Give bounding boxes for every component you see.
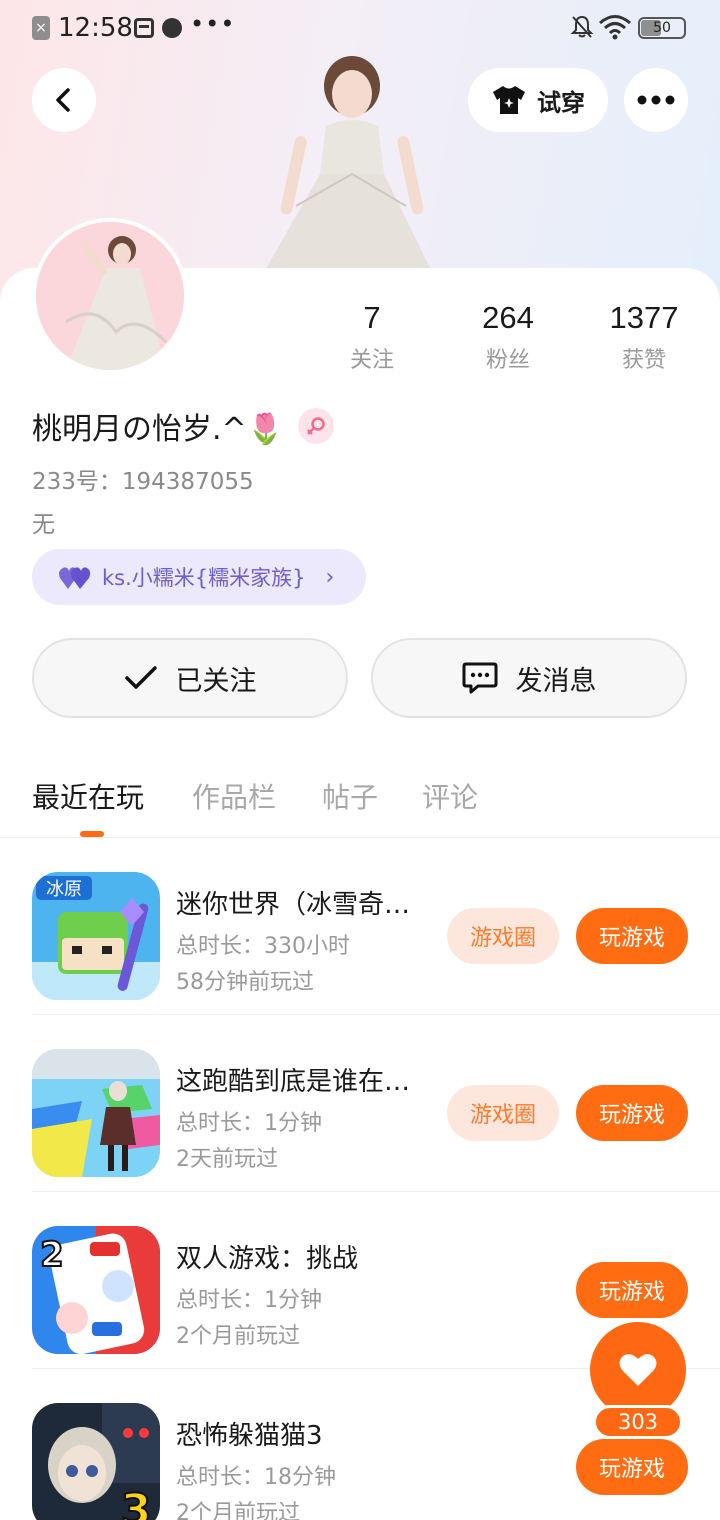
game-last-played: 58分钟前玩过 (176, 970, 314, 995)
stat-following[interactable]: 7 关注 (312, 298, 432, 374)
avatar-image (36, 222, 184, 370)
avatar-3d-figure-image (264, 56, 432, 272)
send-message-label: 发消息 (515, 665, 597, 697)
game-last-played: 2天前玩过 (176, 1147, 278, 1172)
play-game-button[interactable]: 玩游戏 (576, 1262, 688, 1318)
game-total-duration: 总时长：1分钟 (176, 1111, 322, 1136)
following-label: 关注 (349, 348, 394, 373)
user-bio: 无 (32, 512, 55, 538)
double-heart-icon (59, 567, 91, 589)
followed-label: 已关注 (175, 665, 257, 697)
game-title: 恐怖躲猫猫3 (176, 1421, 323, 1451)
followers-count: 264 (482, 300, 534, 335)
user-avatar[interactable] (32, 218, 188, 374)
like-profile-button[interactable] (590, 1322, 686, 1418)
send-message-button[interactable]: 发消息 (371, 638, 687, 718)
message-notification-icon (134, 18, 154, 38)
tab-comments[interactable]: 评论 (422, 776, 478, 816)
followers-label: 粉丝 (485, 348, 530, 373)
heart-icon (619, 1354, 657, 1386)
likes-count: 1377 (609, 300, 679, 335)
game-last-played: 2个月前玩过 (176, 1324, 300, 1349)
game-row[interactable]: 这跑酷到底是谁在… 总时长：1分钟 2天前玩过 游戏圈 玩游戏 (32, 1015, 720, 1192)
following-count: 7 (363, 300, 381, 335)
active-tab-indicator (80, 831, 104, 837)
battery-level: 50 (653, 20, 671, 36)
game-icon-label: 3 (121, 1485, 152, 1520)
play-game-button[interactable]: 玩游戏 (576, 1439, 688, 1495)
more-notifications-icon: ••• (190, 10, 236, 38)
game-total-duration: 总时长：1分钟 (176, 1288, 322, 1313)
game-icon-mini-world: 冰原 (32, 872, 160, 1000)
tab-recently-played[interactable]: 最近在玩 (32, 776, 144, 816)
notification-x-icon: × (32, 16, 50, 40)
play-game-button[interactable]: 玩游戏 (576, 1085, 688, 1141)
game-circle-button[interactable]: 游戏圈 (447, 908, 559, 964)
game-row[interactable]: 冰原 迷你世界（冰雪奇… 总时长：330小时 58分钟前玩过 游戏圈 玩游戏 (32, 838, 720, 1015)
app-notification-icon (162, 18, 182, 38)
stat-likes[interactable]: 1377 获赞 (584, 298, 704, 374)
game-icon-label: 2 (40, 1235, 64, 1275)
username-row: 桃明月の怡岁.^🌷 (32, 404, 335, 448)
game-total-duration: 总时长：330小时 (176, 934, 350, 959)
game-last-played: 2个月前玩过 (176, 1501, 300, 1520)
game-icon-horror-hide: 3 (32, 1403, 160, 1520)
tab-posts[interactable]: 帖子 (322, 776, 378, 816)
user-id: 233号：194387055 (32, 469, 254, 495)
game-title: 这跑酷到底是谁在… (176, 1067, 411, 1097)
profile-tabs: 最近在玩 作品栏 帖子 评论 (0, 772, 720, 838)
game-total-duration: 总时长：18分钟 (176, 1465, 336, 1490)
back-arrow-icon (56, 88, 70, 112)
stat-followers[interactable]: 264 粉丝 (448, 298, 568, 374)
back-button[interactable] (32, 68, 96, 132)
likes-label: 获赞 (621, 348, 666, 373)
username: 桃明月の怡岁.^🌷 (32, 412, 285, 447)
try-on-button[interactable]: 试穿 (468, 68, 608, 132)
status-time: 12:58 (58, 13, 133, 43)
more-dots-icon (637, 95, 675, 105)
family-group-button[interactable]: ks.小糯米{糯米家族} › (32, 549, 366, 605)
game-circle-button[interactable]: 游戏圈 (447, 1085, 559, 1141)
like-count-badge: 303 (593, 1405, 683, 1439)
family-name: ks.小糯米{糯米家族} (102, 566, 306, 590)
play-game-button[interactable]: 玩游戏 (576, 908, 688, 964)
game-icon-parkour (32, 1049, 160, 1177)
followed-button[interactable]: 已关注 (32, 638, 348, 718)
game-title: 双人游戏：挑战 (176, 1244, 359, 1274)
game-title: 迷你世界（冰雪奇… (176, 890, 411, 920)
game-icon-label: 冰原 (46, 879, 82, 900)
tshirt-icon (493, 86, 525, 114)
wifi-icon (599, 15, 631, 40)
checkmark-icon (124, 666, 157, 689)
chevron-right-icon: › (325, 564, 335, 590)
tab-works[interactable]: 作品栏 (192, 776, 276, 816)
try-on-label: 试穿 (537, 88, 585, 117)
more-options-button[interactable] (624, 68, 688, 132)
game-icon-two-player: 2 (32, 1226, 160, 1354)
battery-indicator: 50 (638, 17, 686, 39)
mute-bell-icon (570, 15, 594, 38)
chat-bubble-icon (462, 662, 497, 694)
status-bar: × 12:58 ••• 50 (0, 0, 720, 56)
female-gender-icon (298, 408, 335, 444)
